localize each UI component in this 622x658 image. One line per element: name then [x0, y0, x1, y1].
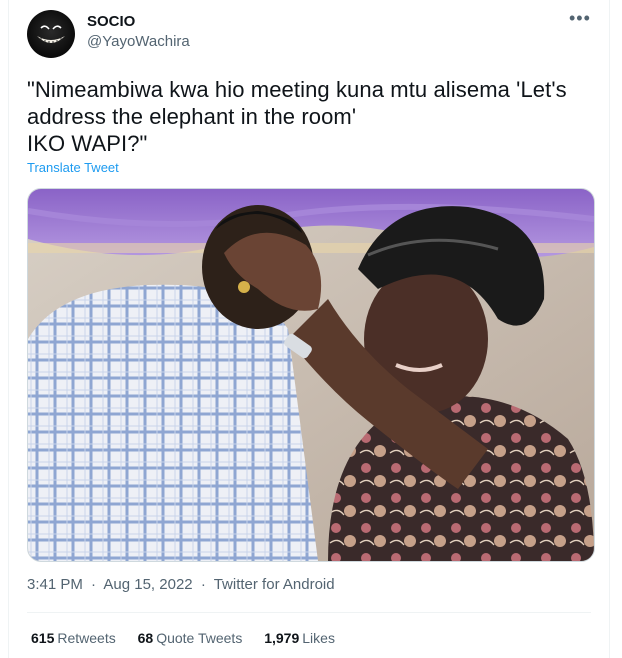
retweets-count: 615	[31, 630, 55, 646]
more-options-icon[interactable]: •••	[569, 9, 590, 32]
likes-count: 1,979	[264, 630, 300, 646]
tweet-text: "Nimeambiwa kwa hio meeting kuna mtu ali…	[27, 77, 567, 156]
tweet-photo[interactable]	[27, 188, 595, 562]
likes-label: Likes	[302, 630, 335, 646]
quote-tweets-label: Quote Tweets	[156, 630, 243, 646]
meta-separator: ·	[91, 576, 97, 593]
tweet-time[interactable]: 3:41 PM	[27, 576, 83, 593]
photo-illustration	[28, 189, 594, 561]
tweet-date[interactable]: Aug 15, 2022	[103, 576, 192, 593]
retweets-label: Retweets	[57, 630, 116, 646]
translate-tweet-link[interactable]: Translate Tweet	[27, 160, 119, 175]
tweet-card: SOCIO @YayoWachira ••• "Nimeambiwa kwa h…	[8, 0, 610, 658]
display-name[interactable]: SOCIO	[87, 12, 190, 32]
tweet-source[interactable]: Twitter for Android	[214, 576, 335, 593]
likes-stat[interactable]: 1,979 Likes	[264, 630, 335, 646]
tweet-header: SOCIO @YayoWachira •••	[27, 8, 595, 60]
quote-tweets-stat[interactable]: 68 Quote Tweets	[138, 630, 243, 646]
user-handle[interactable]: @YayoWachira	[87, 32, 190, 52]
tweet-stats: 615 Retweets 68 Quote Tweets 1,979 Likes	[31, 630, 353, 646]
avatar-grin-image	[37, 25, 65, 44]
retweets-stat[interactable]: 615 Retweets	[31, 630, 116, 646]
tweet-meta: 3:41 PM · Aug 15, 2022 · Twitter for And…	[27, 576, 339, 593]
quote-tweets-count: 68	[137, 630, 154, 646]
divider	[27, 612, 591, 613]
meta-separator: ·	[200, 576, 206, 593]
avatar[interactable]	[27, 10, 75, 58]
